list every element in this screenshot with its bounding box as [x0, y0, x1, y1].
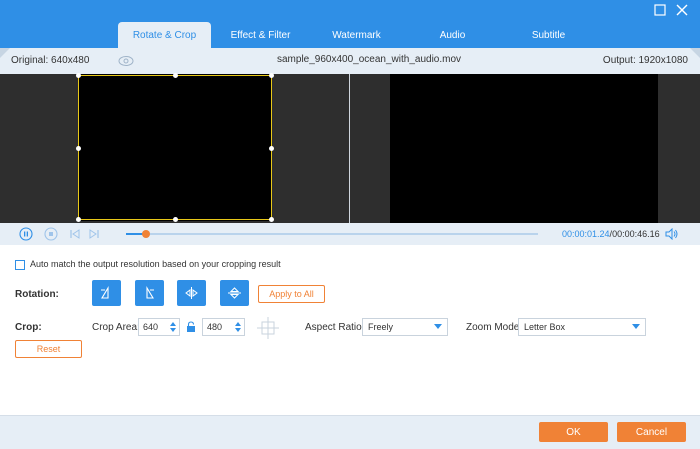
crop-handle-bottom-right[interactable]	[269, 217, 274, 222]
time-display: 00:00:01.24/00:00:46.16	[562, 229, 660, 239]
apply-to-all-button[interactable]: Apply to All	[258, 285, 325, 303]
crop-handle-top-left[interactable]	[76, 73, 81, 78]
total-time: 00:00:46.16	[612, 229, 660, 239]
reset-button[interactable]: Reset	[15, 340, 82, 358]
tab-bar: Rotate & Crop Effect & Filter Watermark …	[118, 22, 595, 48]
output-resolution: Output: 1920x1080	[602, 55, 688, 66]
crop-height-value: 480	[207, 322, 223, 332]
eye-icon[interactable]	[118, 55, 134, 67]
footer-bar: OK Cancel	[0, 415, 700, 449]
rotation-label: Rotation:	[15, 289, 59, 300]
crop-handle-middle-right[interactable]	[269, 146, 274, 151]
progress-knob[interactable]	[142, 230, 150, 238]
preview-divider	[349, 74, 350, 223]
crop-handle-bottom-left[interactable]	[76, 217, 81, 222]
lock-icon[interactable]	[186, 321, 196, 333]
chevron-down-icon	[434, 324, 442, 329]
crop-height-input[interactable]: 480	[202, 318, 245, 336]
output-video-frame	[390, 74, 658, 223]
zoom-mode-value: Letter Box	[524, 322, 566, 332]
flip-horizontal-icon	[185, 287, 198, 299]
file-name: sample_960x400_ocean_with_audio.mov	[277, 54, 462, 65]
auto-match-label: Auto match the output resolution based o…	[30, 259, 281, 269]
rotate-left-button[interactable]	[92, 280, 121, 306]
crop-handle-middle-left[interactable]	[76, 146, 81, 151]
stop-icon[interactable]	[44, 227, 58, 241]
flip-horizontal-button[interactable]	[177, 280, 206, 306]
tab-effect-filter[interactable]: Effect & Filter	[214, 22, 307, 48]
cancel-button[interactable]: Cancel	[617, 422, 686, 442]
zoom-mode-select[interactable]: Letter Box	[518, 318, 646, 336]
rotate-right-icon	[146, 286, 154, 299]
aspect-ratio-label: Aspect Ratio:	[305, 322, 365, 333]
flip-vertical-icon	[228, 287, 241, 299]
crop-area-label: Crop Area:	[92, 322, 140, 333]
crop-label: Crop:	[15, 322, 42, 333]
auto-match-checkbox[interactable]	[15, 260, 25, 270]
tab-watermark[interactable]: Watermark	[310, 22, 403, 48]
flip-vertical-button[interactable]	[220, 280, 249, 306]
playback-controls: 00:00:01.24/00:00:46.16	[0, 223, 700, 245]
maximize-icon[interactable]	[653, 3, 667, 17]
aspect-ratio-value: Freely	[368, 322, 394, 332]
rotate-left-icon	[101, 286, 109, 299]
info-bar: Original: 640x480 sample_960x400_ocean_w…	[0, 48, 700, 74]
tab-subtitle[interactable]: Subtitle	[502, 22, 595, 48]
original-preview	[0, 73, 349, 223]
crop-selection-box[interactable]	[76, 73, 274, 222]
zoom-mode-label: Zoom Mode:	[466, 322, 523, 333]
tab-rotate-crop[interactable]: Rotate & Crop	[118, 22, 211, 48]
width-stepper-icon[interactable]	[169, 320, 177, 334]
corner-decoration-right	[690, 48, 700, 58]
close-icon[interactable]	[675, 3, 689, 17]
center-crop-icon[interactable]	[257, 317, 279, 339]
preview-area	[0, 73, 700, 223]
pause-icon[interactable]	[19, 227, 33, 241]
settings-panel: Auto match the output resolution based o…	[0, 245, 700, 415]
title-bar: Rotate & Crop Effect & Filter Watermark …	[0, 0, 700, 48]
original-resolution: Original: 640x480	[11, 55, 90, 66]
current-time: 00:00:01.24	[562, 229, 610, 239]
volume-icon[interactable]	[665, 228, 679, 240]
tab-audio[interactable]: Audio	[406, 22, 499, 48]
crop-handle-top-center[interactable]	[173, 73, 178, 78]
ok-button[interactable]: OK	[539, 422, 608, 442]
aspect-ratio-select[interactable]: Freely	[362, 318, 448, 336]
rotate-right-button[interactable]	[135, 280, 164, 306]
crop-handle-top-right[interactable]	[269, 73, 274, 78]
next-frame-icon[interactable]	[87, 227, 101, 241]
height-stepper-icon[interactable]	[234, 320, 242, 334]
chevron-down-icon	[632, 324, 640, 329]
crop-handle-bottom-center[interactable]	[173, 217, 178, 222]
previous-frame-icon[interactable]	[68, 227, 82, 241]
crop-width-input[interactable]: 640	[138, 318, 180, 336]
crop-width-value: 640	[143, 322, 159, 332]
corner-decoration-left	[0, 48, 10, 58]
progress-track[interactable]	[126, 233, 538, 235]
